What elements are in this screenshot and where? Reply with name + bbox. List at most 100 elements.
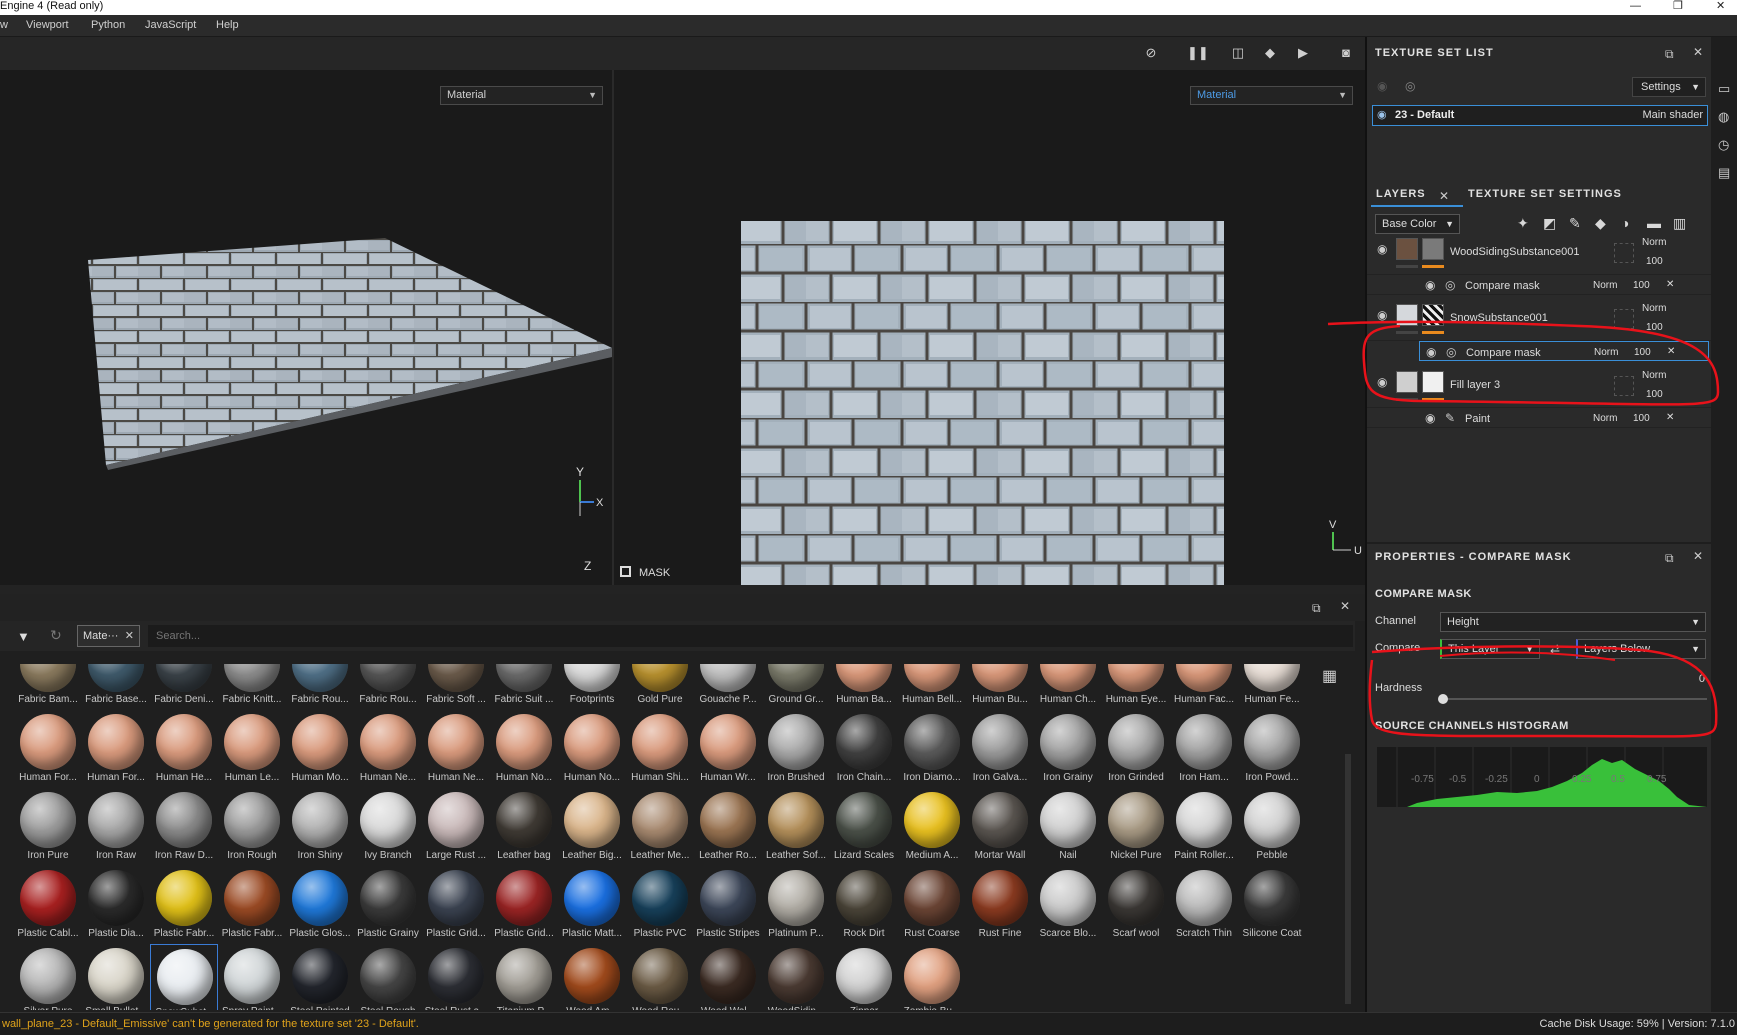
- undock-icon[interactable]: ⧉: [1665, 47, 1674, 62]
- material-item[interactable]: Human No...: [490, 710, 558, 788]
- eye-icon[interactable]: ◉: [1377, 308, 1387, 322]
- material-item[interactable]: WoodSidin...: [762, 944, 830, 1010]
- material-item[interactable]: Nickel Pure: [1102, 788, 1170, 866]
- close-button[interactable]: ✕: [1716, 0, 1725, 13]
- material-item[interactable]: Human Shi...: [626, 710, 694, 788]
- tab-layers[interactable]: LAYERS: [1376, 188, 1426, 200]
- history-icon[interactable]: ◷: [1718, 137, 1729, 153]
- material-item[interactable]: Gold Pure: [626, 664, 694, 710]
- close-icon[interactable]: ✕: [1693, 45, 1703, 59]
- close-icon[interactable]: ✕: [125, 626, 134, 646]
- material-item[interactable]: Fabric Suit ...: [490, 664, 558, 710]
- settings-dropdown[interactable]: Settings ▼: [1632, 77, 1706, 97]
- material-item[interactable]: Plastic Grainy: [354, 866, 422, 944]
- filter-chip-materials[interactable]: Mate··· ✕: [77, 625, 140, 647]
- material-item[interactable]: Plastic Grid...: [422, 866, 490, 944]
- material-item[interactable]: Plastic Grid...: [490, 866, 558, 944]
- material-item[interactable]: Iron Brushed: [762, 710, 830, 788]
- compare-source-select[interactable]: This Layer ▼: [1440, 639, 1540, 659]
- material-item[interactable]: Fabric Bam...: [14, 664, 82, 710]
- refresh-icon[interactable]: ↻: [50, 627, 62, 644]
- eye-icon[interactable]: ◉: [1426, 345, 1436, 359]
- material-item[interactable]: Human For...: [14, 710, 82, 788]
- material-item[interactable]: Human Ne...: [354, 710, 422, 788]
- material-item[interactable]: Paint Roller...: [1170, 788, 1238, 866]
- material-item[interactable]: Ground Gr...: [762, 664, 830, 710]
- mask-channel-select[interactable]: Height ▼: [1440, 612, 1706, 632]
- material-item[interactable]: Leather Big...: [558, 788, 626, 866]
- menu-viewport[interactable]: Viewport: [26, 19, 69, 31]
- material-item[interactable]: Medium A...: [898, 788, 966, 866]
- material-item[interactable]: Scratch Thin: [1170, 866, 1238, 944]
- material-item[interactable]: Iron Diamo...: [898, 710, 966, 788]
- material-item[interactable]: Human Fac...: [1170, 664, 1238, 710]
- material-item[interactable]: Zombie Bu...: [898, 944, 966, 1010]
- material-item[interactable]: Large Rust ...: [422, 788, 490, 866]
- material-item[interactable]: Iron Powd...: [1238, 710, 1304, 788]
- layer-item[interactable]: ◉ WoodSidingSubstance001 Norm 100: [1367, 229, 1713, 275]
- material-item[interactable]: Leather Ro...: [694, 788, 762, 866]
- material-item[interactable]: Wood Am...: [558, 944, 626, 1010]
- material-item[interactable]: Fabric Deni...: [150, 664, 218, 710]
- opacity-value[interactable]: 100: [1646, 322, 1663, 333]
- material-item[interactable]: Human Wr...: [694, 710, 762, 788]
- material-item[interactable]: Steel Painted: [286, 944, 354, 1010]
- material-item[interactable]: Fabric Base...: [82, 664, 150, 710]
- layer-item[interactable]: ◉ SnowSubstance001 Norm 100: [1367, 295, 1713, 341]
- material-item[interactable]: Plastic Stripes: [694, 866, 762, 944]
- material-item[interactable]: Nail: [1034, 788, 1102, 866]
- undock-icon[interactable]: ⧉: [1312, 601, 1321, 616]
- material-item[interactable]: Human No...: [558, 710, 626, 788]
- close-icon[interactable]: ✕: [1693, 549, 1703, 563]
- panel-splitter[interactable]: [0, 585, 1365, 594]
- material-item[interactable]: Lizard Scales: [830, 788, 898, 866]
- material-item[interactable]: Plastic Matt...: [558, 866, 626, 944]
- opacity-value[interactable]: 100: [1646, 256, 1663, 267]
- material-item[interactable]: Spray Paint...: [218, 944, 286, 1010]
- close-icon[interactable]: ✕: [1667, 346, 1675, 357]
- material-item[interactable]: Human Bu...: [966, 664, 1034, 710]
- material-item[interactable]: Silver Pure: [14, 944, 82, 1010]
- maximize-button[interactable]: ❐: [1673, 0, 1683, 13]
- eye-icon[interactable]: ◉: [1377, 375, 1387, 389]
- menu-window[interactable]: w: [0, 19, 8, 31]
- material-item[interactable]: Human He...: [150, 710, 218, 788]
- screenshot-camera-icon[interactable]: ◙: [1338, 45, 1354, 61]
- material-item[interactable]: Scarce Blo...: [1034, 866, 1102, 944]
- undock-icon[interactable]: ⧉: [1665, 551, 1674, 566]
- material-item[interactable]: Rust Coarse: [898, 866, 966, 944]
- material-item[interactable]: Zipper: [830, 944, 898, 1010]
- opacity-value[interactable]: 100: [1646, 389, 1663, 400]
- material-item[interactable]: Iron Pure: [14, 788, 82, 866]
- mask-indicator[interactable]: MASK: [620, 566, 670, 579]
- material-item[interactable]: Plastic Cabl...: [14, 866, 82, 944]
- material-item[interactable]: Plastic Dia...: [82, 866, 150, 944]
- material-item[interactable]: Leather Sof...: [762, 788, 830, 866]
- close-icon[interactable]: ✕: [1340, 599, 1350, 613]
- eye-icon[interactable]: ◉: [1377, 106, 1387, 125]
- shader-settings-icon[interactable]: ◍: [1718, 109, 1729, 125]
- viewport-2d[interactable]: Material ▼ V U: [614, 70, 1365, 585]
- texture-set-row[interactable]: ◉ 23 - Default Main shader: [1372, 105, 1708, 126]
- material-item[interactable]: Platinum P...: [762, 866, 830, 944]
- material-item[interactable]: Human Le...: [218, 710, 286, 788]
- material-item[interactable]: SnowSubst...: [150, 944, 218, 1010]
- blend-mode[interactable]: Norm: [1594, 347, 1618, 358]
- eye-icon[interactable]: ◎: [1405, 79, 1415, 93]
- log-icon[interactable]: ▤: [1718, 165, 1730, 181]
- material-item[interactable]: Pebble: [1238, 788, 1304, 866]
- material-item[interactable]: Iron Grinded: [1102, 710, 1170, 788]
- pause-icon[interactable]: ❚❚: [1187, 45, 1209, 61]
- material-item[interactable]: Mortar Wall: [966, 788, 1034, 866]
- split-view-icon[interactable]: ◫: [1230, 45, 1246, 61]
- material-item[interactable]: Wood Wal...: [694, 944, 762, 1010]
- tab-texture-set-settings[interactable]: TEXTURE SET SETTINGS: [1468, 188, 1622, 200]
- material-item[interactable]: Gouache P...: [694, 664, 762, 710]
- material-item[interactable]: Fabric Knitt...: [218, 664, 286, 710]
- menu-python[interactable]: Python: [91, 19, 125, 31]
- camera-video-icon[interactable]: ▶: [1295, 45, 1311, 61]
- sublayer-item[interactable]: ◉ ◎ Compare mask Norm 100 ✕: [1367, 275, 1713, 295]
- material-item[interactable]: Human Mo...: [286, 710, 354, 788]
- material-item[interactable]: Iron Galva...: [966, 710, 1034, 788]
- blend-mode[interactable]: Norm: [1642, 303, 1666, 314]
